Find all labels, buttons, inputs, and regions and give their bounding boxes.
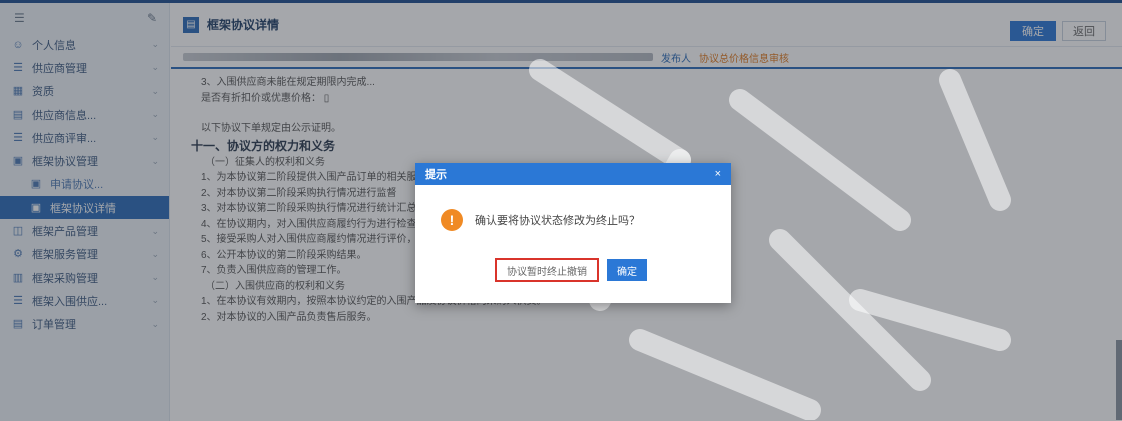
dialog-header: 提示 × [415,163,731,185]
close-icon[interactable]: × [715,168,721,180]
dialog-message: 确认要将协议状态修改为终止吗？ [475,215,640,227]
dialog-title: 提示 [425,169,447,181]
dialog-cancel-button[interactable]: 协议暂时终止撤销 [495,258,599,282]
warning-icon: ! [441,209,463,231]
dialog-actions: 协议暂时终止撤销 确定 [495,258,647,282]
dialog-body: ! 确认要将协议状态修改为终止吗？ [415,209,731,231]
confirm-dialog: 提示 × ! 确认要将协议状态修改为终止吗？ 协议暂时终止撤销 确定 [415,163,731,303]
dialog-ok-button[interactable]: 确定 [607,259,647,281]
